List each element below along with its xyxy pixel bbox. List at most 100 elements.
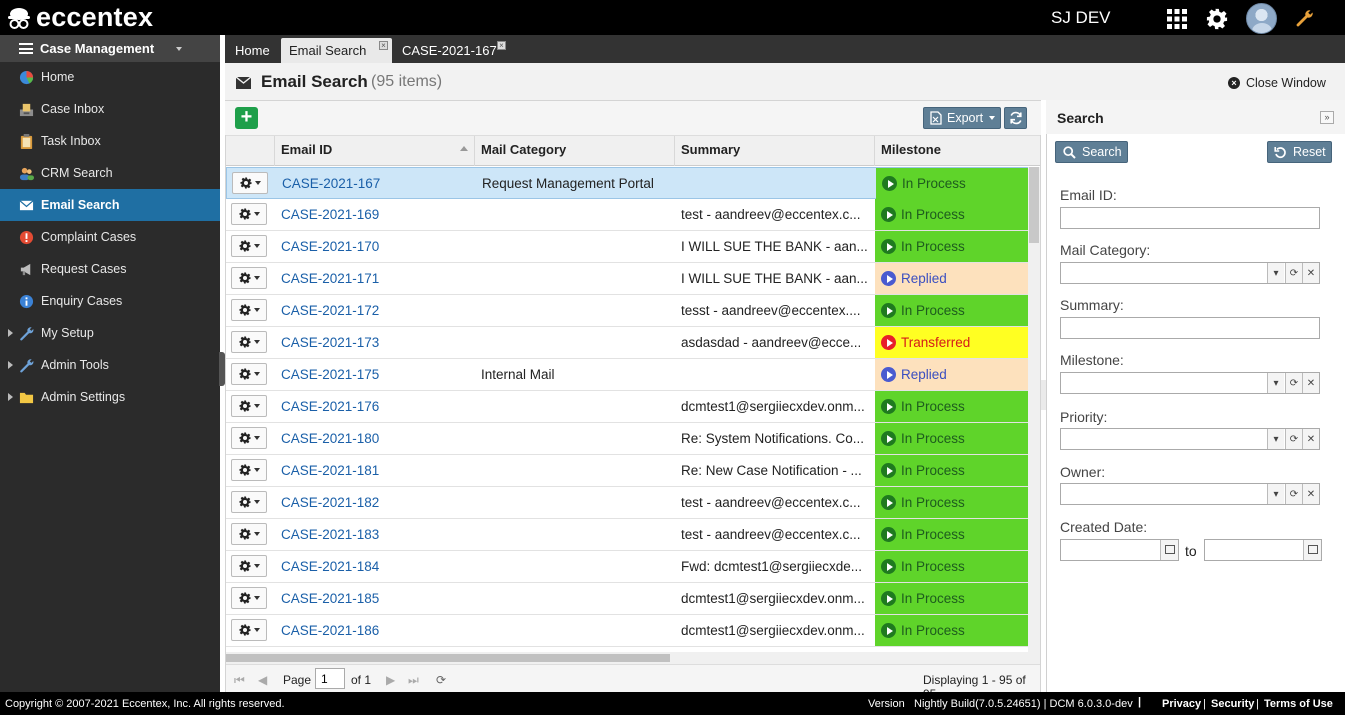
sidebar-item-admin-tools[interactable]: Admin Tools xyxy=(0,349,220,381)
table-row[interactable]: CASE-2021-175 Internal Mail Replied xyxy=(226,359,1028,391)
scrollbar-thumb[interactable] xyxy=(1029,167,1039,243)
table-row[interactable]: CASE-2021-186 dcmtest1@sergiiecxdev.onm..… xyxy=(226,615,1028,647)
milestone-select[interactable]: ▾ ⟳ ✕ xyxy=(1060,372,1320,394)
search-button[interactable]: Search xyxy=(1055,141,1128,163)
sidebar-item-crm-search[interactable]: CRM Search xyxy=(0,157,220,189)
chevron-down-icon[interactable]: ▾ xyxy=(1267,263,1284,283)
table-row[interactable]: CASE-2021-180 Re: System Notifications. C… xyxy=(226,423,1028,455)
table-row[interactable]: CASE-2021-172 tesst - aandreev@eccentex..… xyxy=(226,295,1028,327)
email-id-link[interactable]: CASE-2021-171 xyxy=(281,271,379,286)
row-actions-button[interactable] xyxy=(231,203,267,225)
summary-input[interactable] xyxy=(1060,317,1320,339)
column-header-email-id[interactable]: Email ID xyxy=(274,136,474,166)
table-row[interactable]: CASE-2021-171 I WILL SUE THE BANK - aan..… xyxy=(226,263,1028,295)
avatar[interactable] xyxy=(1246,3,1277,34)
row-actions-button[interactable] xyxy=(232,172,268,194)
email-id-link[interactable]: CASE-2021-175 xyxy=(281,367,379,382)
tab-home[interactable]: Home xyxy=(227,38,278,63)
table-row[interactable]: CASE-2021-182 test - aandreev@eccentex.c.… xyxy=(226,487,1028,519)
priority-select[interactable]: ▾ ⟳ ✕ xyxy=(1060,428,1320,450)
vertical-scrollbar[interactable] xyxy=(1028,167,1040,652)
scrollbar-thumb[interactable] xyxy=(226,654,670,662)
sidebar-item-enquiry-cases[interactable]: Enquiry Cases xyxy=(0,285,220,317)
row-actions-button[interactable] xyxy=(231,235,267,257)
clear-icon[interactable]: ✕ xyxy=(1302,484,1319,504)
sidebar-item-home[interactable]: Home xyxy=(0,61,220,93)
email-id-link[interactable]: CASE-2021-186 xyxy=(281,623,379,638)
calendar-icon[interactable] xyxy=(1160,540,1178,560)
refresh-icon[interactable]: ⟳ xyxy=(1285,263,1302,283)
clear-icon[interactable]: ✕ xyxy=(1302,373,1319,393)
add-button[interactable]: + xyxy=(235,107,258,129)
sidebar-item-my-setup[interactable]: My Setup xyxy=(0,317,220,349)
refresh-button[interactable] xyxy=(1004,107,1027,129)
previous-page-icon[interactable]: ◀ xyxy=(258,673,267,687)
row-actions-button[interactable] xyxy=(231,491,267,513)
table-row[interactable]: CASE-2021-176 dcmtest1@sergiiecxdev.onm..… xyxy=(226,391,1028,423)
sidebar-item-complaint-cases[interactable]: Complaint Cases xyxy=(0,221,220,253)
reset-button[interactable]: Reset xyxy=(1267,141,1332,163)
table-row[interactable]: CASE-2021-167 Request Management Portal In… xyxy=(226,167,1028,199)
owner-select[interactable]: ▾ ⟳ ✕ xyxy=(1060,483,1320,505)
privacy-link[interactable]: Privacy xyxy=(1162,698,1201,710)
chevron-down-icon[interactable]: ▾ xyxy=(1267,484,1284,504)
table-row[interactable]: CASE-2021-183 test - aandreev@eccentex.c.… xyxy=(226,519,1028,551)
sort-ascending-icon[interactable] xyxy=(460,146,468,151)
email-id-link[interactable]: CASE-2021-173 xyxy=(281,335,379,350)
logo[interactable]: eccentex xyxy=(6,2,153,33)
security-link[interactable]: Security xyxy=(1211,698,1254,710)
row-actions-button[interactable] xyxy=(231,363,267,385)
chevron-down-icon[interactable]: ▾ xyxy=(1267,373,1284,393)
refresh-icon[interactable]: ⟳ xyxy=(1285,484,1302,504)
horizontal-scrollbar[interactable] xyxy=(226,652,1040,664)
apps-grid-icon[interactable] xyxy=(1167,9,1187,29)
row-actions-button[interactable] xyxy=(231,331,267,353)
table-row[interactable]: CASE-2021-169 test - aandreev@eccentex.c.… xyxy=(226,199,1028,231)
row-actions-button[interactable] xyxy=(231,459,267,481)
email-id-link[interactable]: CASE-2021-180 xyxy=(281,431,379,446)
email-id-link[interactable]: CASE-2021-176 xyxy=(281,399,379,414)
double-chevron-right-icon[interactable]: » xyxy=(1320,111,1334,124)
first-page-icon[interactable]: ⏮ xyxy=(234,673,245,688)
close-icon[interactable]: × xyxy=(497,41,506,50)
row-actions-button[interactable] xyxy=(231,299,267,321)
email-id-link[interactable]: CASE-2021-184 xyxy=(281,559,379,574)
email-id-link[interactable]: CASE-2021-183 xyxy=(281,527,379,542)
wrench-icon[interactable] xyxy=(1295,9,1313,27)
row-actions-button[interactable] xyxy=(231,555,267,577)
refresh-icon[interactable]: ⟳ xyxy=(1285,373,1302,393)
column-header-mail-category[interactable]: Mail Category xyxy=(474,136,674,166)
tab-case-2021-167[interactable]: CASE-2021-167 × xyxy=(394,38,511,63)
terms-of-use-link[interactable]: Terms of Use xyxy=(1264,698,1333,710)
row-actions-button[interactable] xyxy=(231,619,267,641)
table-row[interactable]: CASE-2021-184 Fwd: dcmtest1@sergiiecxde..… xyxy=(226,551,1028,583)
email-id-link[interactable]: CASE-2021-170 xyxy=(281,239,379,254)
row-actions-button[interactable] xyxy=(231,395,267,417)
clear-icon[interactable]: ✕ xyxy=(1302,263,1319,283)
table-row[interactable]: CASE-2021-181 Re: New Case Notification -… xyxy=(226,455,1028,487)
table-row[interactable]: CASE-2021-185 dcmtest1@sergiiecxdev.onm..… xyxy=(226,583,1028,615)
export-button[interactable]: Export xyxy=(923,107,1001,129)
last-page-icon[interactable]: ⏭ xyxy=(408,673,419,688)
sidebar-item-request-cases[interactable]: Request Cases xyxy=(0,253,220,285)
chevron-down-icon[interactable]: ▾ xyxy=(1267,429,1284,449)
sidebar-item-task-inbox[interactable]: Task Inbox xyxy=(0,125,220,157)
sidebar-item-email-search[interactable]: Email Search xyxy=(0,189,220,221)
table-row[interactable]: CASE-2021-170 I WILL SUE THE BANK - aan..… xyxy=(226,231,1028,263)
calendar-icon[interactable] xyxy=(1303,540,1321,560)
row-actions-button[interactable] xyxy=(231,267,267,289)
column-header-milestone[interactable]: Milestone xyxy=(874,136,1040,166)
sidebar-item-case-inbox[interactable]: Case Inbox xyxy=(0,93,220,125)
created-date-from-input[interactable] xyxy=(1060,539,1179,561)
row-actions-button[interactable] xyxy=(231,587,267,609)
column-header-summary[interactable]: Summary xyxy=(674,136,874,166)
clear-icon[interactable]: ✕ xyxy=(1302,429,1319,449)
refresh-icon[interactable]: ⟳ xyxy=(1285,429,1302,449)
sidebar-item-admin-settings[interactable]: Admin Settings xyxy=(0,381,220,413)
created-date-to-input[interactable] xyxy=(1204,539,1322,561)
row-actions-button[interactable] xyxy=(231,523,267,545)
email-id-link[interactable]: CASE-2021-185 xyxy=(281,591,379,606)
close-icon[interactable]: × xyxy=(379,41,388,50)
email-id-input[interactable] xyxy=(1060,207,1320,229)
next-page-icon[interactable]: ▶ xyxy=(386,673,395,687)
